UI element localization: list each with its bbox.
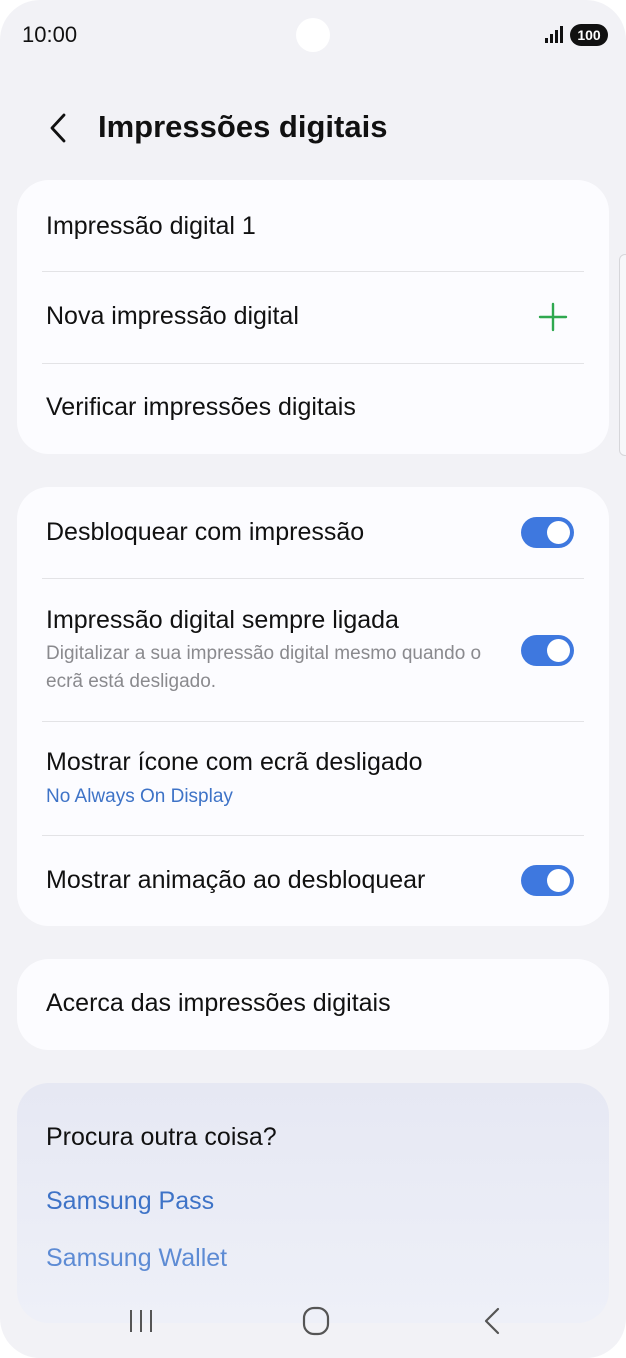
list-item-show-icon-screen-off[interactable]: Mostrar ícone com ecrã desligado No Alwa… [17,722,609,835]
status-bar: 10:00 100 [0,0,626,72]
animation-toggle[interactable] [521,865,574,896]
back-icon[interactable] [472,1304,512,1338]
row-subtitle: Digitalizar a sua impressão digital mesm… [46,643,482,692]
fingerprints-card: Impressão digital 1 Nova impressão digit… [17,180,609,454]
list-item-unlock-animation[interactable]: Mostrar animação ao desbloquear [17,836,609,926]
row-label: Impressão digital sempre ligada [46,606,399,634]
navigation-bar [0,1290,626,1358]
row-label: Nova impressão digital [46,302,299,330]
signal-bars-icon [545,26,563,43]
row-label: Impressão digital 1 [46,212,256,240]
toggle-knob [547,521,570,544]
link-samsung-wallet[interactable]: Samsung Wallet [46,1244,227,1273]
row-label: Verificar impressões digitais [46,393,356,421]
about-label: Acerca das impressões digitais [46,989,391,1017]
status-time: 10:00 [22,22,78,47]
suggestions-card: Procura outra coisa? Samsung Pass Samsun… [17,1083,609,1323]
page-title: Impressões digitais [98,109,388,144]
toggle-knob [547,869,570,892]
row-label: Mostrar animação ao desbloquear [46,866,426,894]
suggestions-title: Procura outra coisa? [46,1123,277,1151]
home-icon[interactable] [296,1304,336,1338]
row-subtitle: No Always On Display [46,786,233,807]
phone-screen: 10:00 100 Impressões digitais Impressão … [0,0,626,1358]
row-label: Mostrar ícone com ecrã desligado [46,748,423,776]
about-card[interactable]: Acerca das impressões digitais [17,959,609,1050]
list-item-always-on-fingerprint[interactable]: Impressão digital sempre ligada Digitali… [17,579,609,721]
list-item-new-fingerprint[interactable]: Nova impressão digital [17,272,609,363]
toggle-knob [547,639,570,662]
list-item-fingerprint-1[interactable]: Impressão digital 1 [17,180,609,271]
chevron-left-icon[interactable] [38,106,82,150]
header: Impressões digitais [0,92,626,164]
battery-icon: 100 [570,24,608,46]
list-item-unlock-with-fingerprint[interactable]: Desbloquear com impressão [17,487,609,578]
edge-panel-handle[interactable] [619,254,626,456]
link-samsung-pass[interactable]: Samsung Pass [46,1187,214,1216]
camera-cutout [296,18,330,52]
always-on-toggle[interactable] [521,635,574,666]
recents-icon[interactable] [121,1304,161,1338]
unlock-toggle[interactable] [521,517,574,548]
settings-card: Desbloquear com impressão Impressão digi… [17,487,609,926]
list-item-check-fingerprints[interactable]: Verificar impressões digitais [17,364,609,454]
row-label: Desbloquear com impressão [46,518,365,546]
plus-icon[interactable] [537,301,569,333]
